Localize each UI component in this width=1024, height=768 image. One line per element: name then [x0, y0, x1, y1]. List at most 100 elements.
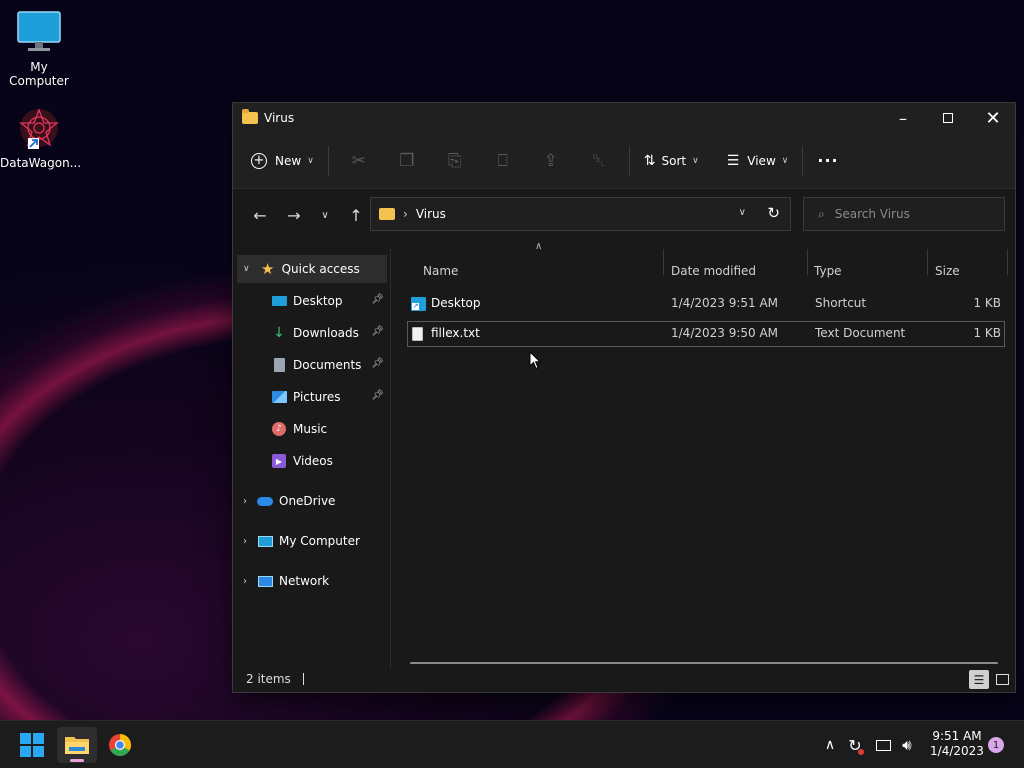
refresh-icon[interactable]: ↻	[767, 204, 780, 222]
horizontal-scrollbar[interactable]	[410, 662, 998, 664]
share-icon[interactable]: ⇪	[527, 145, 575, 177]
nav-onedrive[interactable]: › OneDrive	[237, 487, 387, 515]
file-list: ∧ Name Date modified Type Size ↗ Desktop…	[393, 241, 1015, 669]
column-divider[interactable]	[927, 249, 928, 275]
clock-time: 9:51 AM	[932, 729, 982, 743]
nav-item-documents[interactable]: Documents 📌︎	[237, 351, 387, 379]
rename-icon[interactable]: ⎕	[479, 145, 527, 177]
navigation-pane: ∨ ★ Quick access Desktop 📌︎ ↓ Downloads …	[233, 249, 391, 669]
file-date: 1/4/2023 9:50 AM	[671, 326, 779, 340]
view-label: View	[747, 153, 776, 168]
maximize-button[interactable]	[925, 103, 971, 133]
column-label: Size	[935, 264, 960, 278]
status-divider	[302, 673, 304, 685]
nav-item-downloads[interactable]: ↓ Downloads 📌︎	[237, 319, 387, 347]
shortcut-icon: ↗	[411, 297, 426, 311]
column-divider[interactable]	[663, 249, 664, 275]
notification-badge[interactable]: 1	[988, 737, 1004, 753]
column-divider[interactable]	[807, 249, 808, 275]
taskbar-chrome[interactable]	[100, 727, 140, 763]
column-label: Type	[814, 264, 842, 278]
column-header-name[interactable]: Name	[423, 259, 663, 283]
file-row[interactable]: fillex.txt 1/4/2023 9:50 AM Text Documen…	[407, 321, 1005, 347]
breadcrumb-virus[interactable]: Virus	[416, 207, 446, 221]
column-header-type[interactable]: Type	[814, 259, 926, 283]
back-button[interactable]: ←	[243, 199, 277, 231]
chevron-right-icon[interactable]: ›	[243, 536, 247, 547]
text-file-icon	[412, 327, 423, 341]
more-icon: ···	[817, 151, 839, 170]
desktop-icon-label: My Computer	[9, 60, 69, 88]
status-bar: 2 items ☰	[233, 666, 1015, 692]
view-list-icon: ☰	[726, 152, 740, 169]
search-box[interactable]: ⌕ Search Virus	[803, 197, 1005, 231]
sync-icon[interactable]: ↻	[844, 721, 866, 768]
pin-icon: 📌︎	[371, 390, 384, 401]
taskbar-file-explorer[interactable]	[57, 727, 97, 763]
address-dropdown-icon[interactable]: ∨	[739, 207, 746, 218]
column-divider[interactable]	[1007, 249, 1008, 275]
column-header-date[interactable]: Date modified	[671, 259, 807, 283]
item-count: 2 items	[246, 672, 291, 686]
desktop-icon-my-computer[interactable]: My Computer	[0, 10, 78, 88]
start-button[interactable]	[12, 727, 52, 763]
command-bar: + New ∨ ✂ ❐ ⎘ ⎕ ⇪ ␡ ⇅ Sort ∨ ☰ View ∨ ··…	[233, 133, 1015, 189]
chevron-down-icon[interactable]: ∨	[243, 264, 250, 274]
delete-icon[interactable]: ␡	[575, 145, 623, 177]
pin-icon: 📌︎	[371, 358, 384, 369]
cut-icon[interactable]: ✂	[335, 145, 383, 177]
title-bar[interactable]: Virus – ✕	[233, 103, 1015, 133]
music-icon: ♪	[271, 421, 287, 437]
new-label: New	[275, 153, 302, 168]
folder-icon	[379, 208, 395, 220]
details-view-button[interactable]: ☰	[969, 670, 989, 689]
show-hidden-icons-button[interactable]: ∧	[820, 721, 840, 768]
up-button[interactable]: ↑	[339, 199, 373, 231]
nav-item-desktop[interactable]: Desktop 📌︎	[237, 287, 387, 315]
nav-onedrive-label: OneDrive	[279, 494, 336, 508]
window-title: Virus	[264, 111, 295, 125]
windows-logo-icon	[20, 733, 44, 757]
nav-item-videos[interactable]: ▶ Videos	[237, 447, 387, 475]
mouse-cursor-icon	[529, 351, 541, 370]
paste-icon[interactable]: ⎘	[431, 145, 479, 177]
chevron-right-icon[interactable]: ›	[243, 576, 247, 587]
file-row[interactable]: ↗ Desktop 1/4/2023 9:51 AM Shortcut 1 KB	[407, 291, 1005, 317]
nav-item-pictures[interactable]: Pictures 📌︎	[237, 383, 387, 411]
close-button[interactable]: ✕	[970, 103, 1016, 133]
file-explorer-window: Virus – ✕ + New ∨ ✂ ❐ ⎘ ⎕ ⇪ ␡ ⇅ Sort ∨ ☰…	[232, 102, 1016, 693]
nav-my-computer[interactable]: › My Computer	[237, 527, 387, 555]
chevron-right-icon[interactable]: ›	[243, 496, 247, 507]
desktop-icon-datawagon[interactable]: DataWagon...	[0, 106, 81, 170]
network-status-icon[interactable]	[872, 721, 894, 768]
nav-network[interactable]: › Network	[237, 567, 387, 595]
active-indicator	[70, 759, 84, 762]
nav-item-music[interactable]: ♪ Music	[237, 415, 387, 443]
nav-item-label: Pictures	[293, 390, 341, 404]
forward-button[interactable]: →	[277, 199, 311, 231]
new-button[interactable]: + New ∨	[243, 145, 322, 177]
monitor-icon	[16, 10, 62, 56]
tiles-view-button[interactable]	[993, 671, 1011, 687]
recent-locations-button[interactable]: ∨	[311, 199, 339, 231]
nav-quick-access[interactable]: ∨ ★ Quick access	[237, 255, 387, 283]
sort-icon: ⇅	[643, 152, 656, 169]
desktop-icon	[271, 293, 287, 309]
toolbar-divider	[628, 145, 630, 176]
address-bar[interactable]: › Virus ∨ ↻	[370, 197, 791, 231]
nav-network-label: Network	[279, 574, 330, 588]
star-icon: ★	[260, 260, 275, 278]
minimize-button[interactable]: –	[880, 103, 926, 133]
file-name: fillex.txt	[431, 326, 480, 340]
column-header-size[interactable]: Size	[935, 259, 1005, 283]
search-icon: ⌕	[818, 206, 825, 221]
sort-button[interactable]: ⇅ Sort ∨	[636, 145, 707, 177]
network-icon	[257, 573, 273, 589]
volume-icon[interactable]: 🔊︎	[896, 721, 918, 768]
copy-icon[interactable]: ❐	[383, 145, 431, 177]
cloud-icon	[257, 493, 273, 509]
more-options-button[interactable]: ···	[809, 145, 846, 177]
clock[interactable]: 9:51 AM 1/4/2023	[926, 729, 988, 759]
download-icon: ↓	[273, 325, 285, 341]
view-button[interactable]: ☰ View ∨	[719, 145, 797, 177]
